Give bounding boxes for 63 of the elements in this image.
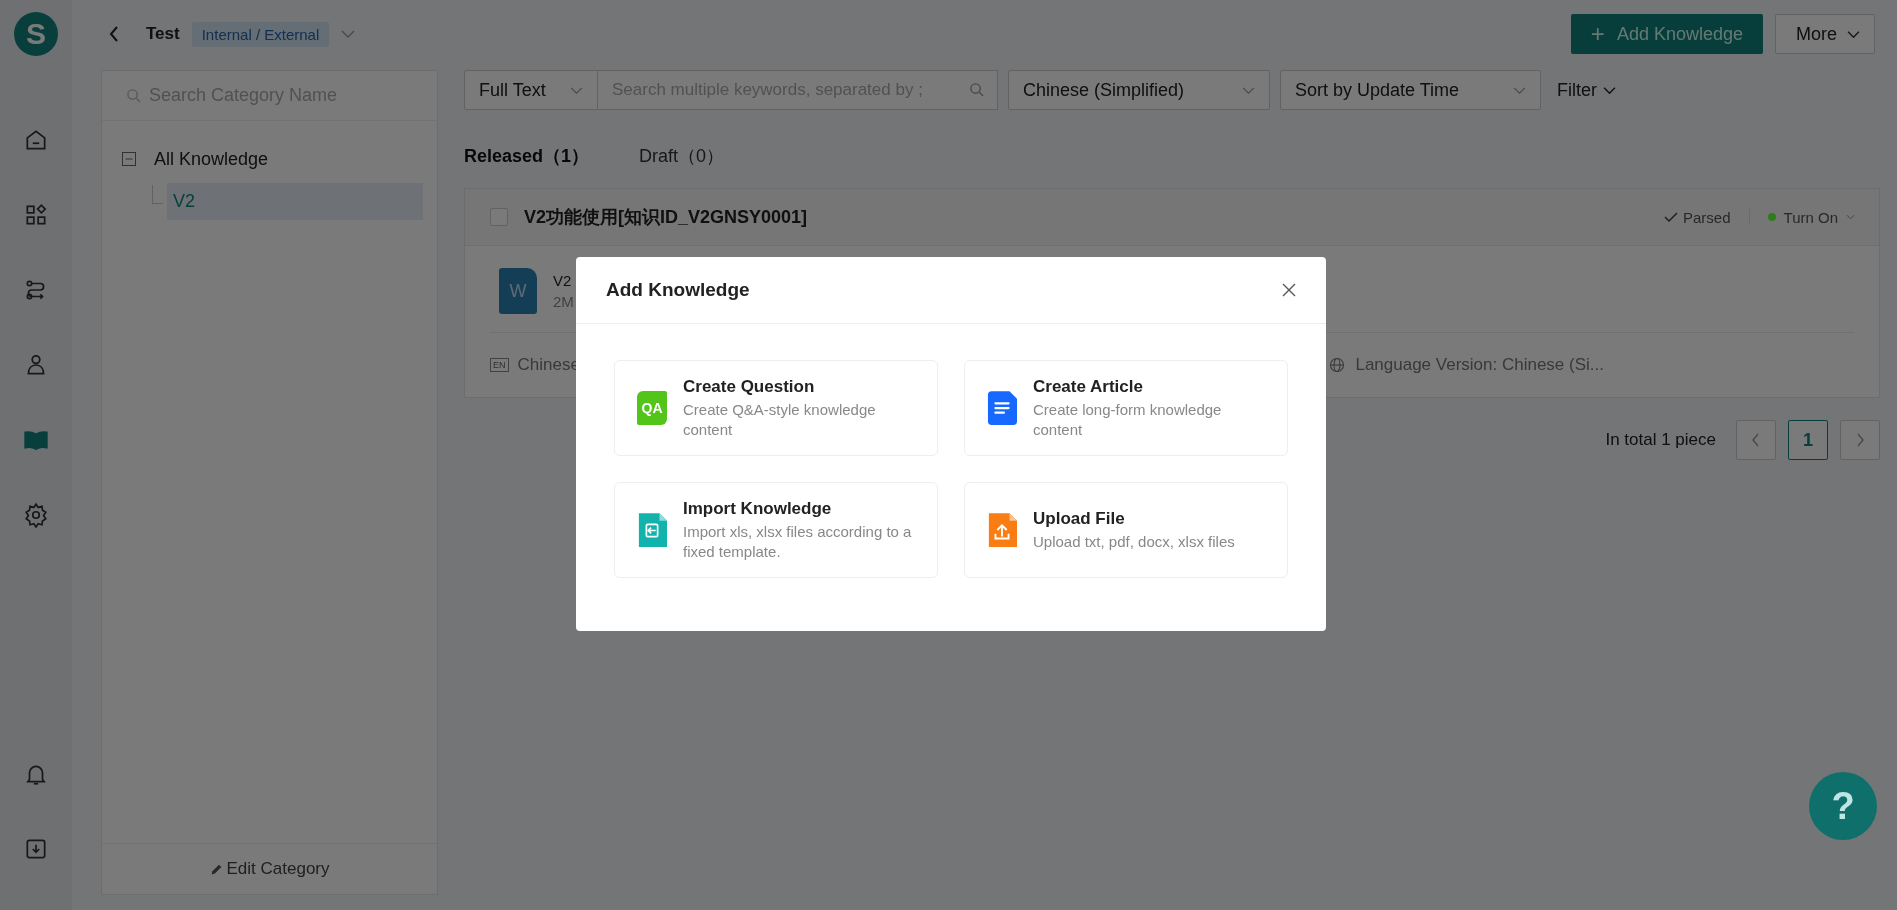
language-select[interactable]: Chinese (Simplified)	[1008, 70, 1270, 110]
language-badge: EN	[490, 358, 509, 372]
collapse-icon[interactable]	[122, 152, 136, 166]
word-file-icon: W	[499, 268, 537, 314]
knowledge-title[interactable]: V2功能使用[知识ID_V2GNSY0001]	[524, 205, 808, 229]
search-mode-select[interactable]: Full Text	[464, 70, 598, 110]
option-card[interactable]: Upload File Upload txt, pdf, docx, xlsx files	[964, 482, 1288, 578]
qa-icon: QA	[637, 391, 667, 425]
apps-icon[interactable]	[23, 202, 49, 228]
scope-tag: Internal / External	[191, 21, 330, 47]
option-description: Import xls, xlsx files according to a fixed template.	[683, 521, 913, 562]
chevron-left-icon	[1751, 432, 1761, 448]
option-description: Create Q&A-style knowledge content	[683, 399, 877, 440]
status-dropdown[interactable]: Turn On	[1783, 208, 1855, 226]
checkbox[interactable]	[490, 208, 508, 226]
import-file-icon	[637, 513, 667, 547]
option-title: Import Knowledge	[683, 498, 833, 519]
status-tab[interactable]: Draft（0）	[639, 144, 725, 168]
knowledge-base-title: Test	[146, 24, 180, 44]
help-button[interactable]: ?	[1809, 772, 1877, 840]
search-icon	[126, 88, 141, 103]
dialog-title: Add Knowledge	[606, 279, 750, 301]
total-count: In total 1 piece	[1605, 430, 1716, 450]
chevron-down-icon	[570, 85, 583, 95]
app-logo[interactable]: S	[14, 12, 58, 56]
tree-item[interactable]: V2	[167, 182, 423, 220]
file-name[interactable]: V2	[553, 272, 574, 289]
document-icon	[987, 391, 1017, 425]
more-button[interactable]: More	[1775, 14, 1875, 54]
close-icon[interactable]	[1282, 283, 1296, 297]
download-icon[interactable]	[23, 836, 49, 862]
option-card[interactable]: Import Knowledge Import xls, xlsx files according to a fixed template.	[614, 482, 938, 578]
file-size: 2M	[553, 293, 574, 310]
back-icon[interactable]	[108, 24, 120, 44]
chevron-right-icon	[1855, 432, 1865, 448]
option-description: Upload txt, pdf, docx, xlsx files	[1033, 531, 1235, 552]
option-title: Upload File	[1033, 508, 1126, 529]
filter-button[interactable]: Filter	[1557, 79, 1616, 101]
chevron-down-icon[interactable]	[341, 29, 356, 39]
pencil-icon	[209, 862, 223, 876]
upload-file-icon	[987, 513, 1017, 547]
sort-select[interactable]: Sort by Update Time	[1280, 70, 1541, 110]
settings-icon[interactable]	[23, 502, 49, 528]
page-number[interactable]: 1	[1788, 420, 1828, 460]
tree-item[interactable]: All Knowledge	[148, 140, 275, 178]
option-card[interactable]: Create Article Create long-form knowledge content	[964, 360, 1288, 456]
chevron-down-icon	[1847, 29, 1860, 39]
option-description: Create long-form knowledge content	[1033, 399, 1223, 440]
edit-category-button[interactable]: Edit Category	[203, 858, 336, 880]
globe-icon	[1329, 357, 1346, 373]
chevron-down-icon	[1603, 85, 1616, 95]
parse-status: Parsed	[1664, 208, 1731, 226]
option-title: Create Question	[683, 376, 816, 397]
search-icon[interactable]	[969, 82, 984, 97]
language-version: Language Version: Chinese (Si...	[1355, 355, 1604, 375]
check-icon	[1664, 212, 1678, 222]
chevron-down-icon	[1513, 85, 1526, 95]
chevron-down-icon	[1242, 85, 1255, 95]
option-card[interactable]: QA Create Question Create Q&A-style knowledge content	[614, 360, 938, 456]
chevron-down-icon	[1846, 214, 1855, 220]
status-tab[interactable]: Released（1）	[464, 144, 590, 168]
option-title: Create Article	[1033, 376, 1144, 397]
add-knowledge-button[interactable]: + Add Knowledge	[1570, 14, 1763, 54]
